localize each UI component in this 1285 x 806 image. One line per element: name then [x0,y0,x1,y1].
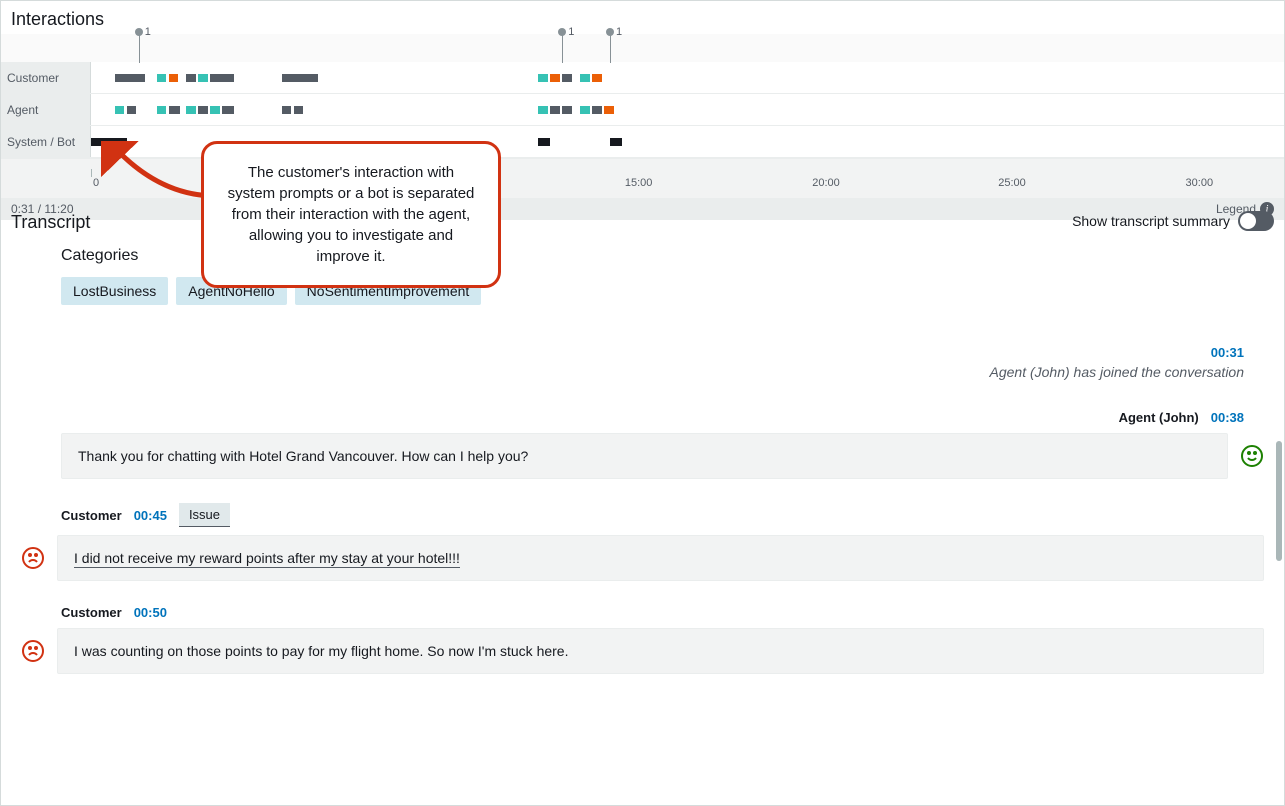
smile-icon [1240,444,1264,468]
summary-toggle[interactable] [1238,211,1274,231]
segment [592,106,602,114]
interactions-title: Interactions [1,1,1284,34]
speaker-label: Customer [61,605,122,620]
segment [550,106,560,114]
segment [538,138,550,146]
row-label-agent: Agent [1,94,91,125]
marker-dot [606,28,614,36]
segment [198,74,208,82]
speaker-label: Customer [61,508,122,523]
frown-icon [21,639,45,663]
tick-label: 25:00 [998,177,1026,189]
msg-header-customer: Customer 00:50 [61,605,1264,620]
row-label-customer: Customer [1,62,91,93]
segment [282,106,292,114]
segment [186,106,196,114]
msg-header-agent: Agent (John) 00:38 [61,410,1264,425]
segment [157,74,167,82]
callout-text: The customer's interaction with system p… [228,164,475,265]
marker-label: 1 [568,26,574,38]
marker-dot [558,28,566,36]
segment [604,106,614,114]
segment [91,138,127,146]
segment [127,106,137,114]
segment [610,138,622,146]
tick-label: 0 [93,177,99,189]
transcript-body: 00:31 Agent (John) has joined the conver… [11,345,1274,674]
msg-block-agent: Thank you for chatting with Hotel Grand … [61,433,1264,479]
segment [580,74,590,82]
msg-block-customer: I did not receive my reward points after… [61,535,1264,581]
callout-box: The customer's interaction with system p… [201,141,501,288]
speaker-label: Agent (John) [1119,410,1199,425]
tick-label: 30:00 [1186,177,1214,189]
event-join: 00:31 Agent (John) has joined the conver… [61,345,1264,380]
segment [562,74,572,82]
time-axis: 0 15:00 20:00 25:00 30:00 [1,158,1284,198]
segment [538,74,548,82]
row-label-system: System / Bot [1,126,91,157]
row-track-customer[interactable] [91,62,1284,93]
scrollbar[interactable] [1276,441,1282,561]
msg-bubble: Thank you for chatting with Hotel Grand … [61,433,1228,479]
event-time: 00:31 [61,345,1244,360]
tick-label: 20:00 [812,177,840,189]
issue-tag[interactable]: Issue [179,503,230,527]
segment [198,106,208,114]
marker-line [610,34,611,63]
timeline-row-system: System / Bot [1,126,1284,158]
msg-time: 00:38 [1211,410,1244,425]
marker-dot [135,28,143,36]
toggle-label: Show transcript summary [1072,213,1230,229]
toggle-wrap: Show transcript summary [1072,211,1274,231]
segment [580,106,590,114]
interactions-panel: Interactions 1 1 1 Customer [1,1,1284,194]
msg-time: 00:45 [134,508,167,523]
marker-line [139,34,140,63]
segment [550,74,560,82]
frown-icon [21,546,45,570]
segment [169,106,181,114]
segment [222,106,234,114]
transcript-section: Transcript Show transcript summary Categ… [1,194,1284,674]
segment [282,74,318,82]
row-track-agent[interactable] [91,94,1284,125]
tick [91,169,92,177]
event-text: Agent (John) has joined the conversation [61,364,1244,380]
segment [115,106,125,114]
segment [562,106,572,114]
tick-label: 15:00 [625,177,653,189]
msg-time: 00:50 [134,605,167,620]
segment [169,74,179,82]
transcript-title: Transcript [11,204,100,237]
marker-line [562,34,563,63]
segment [538,106,548,114]
msg-bubble: I was counting on those points to pay fo… [57,628,1264,674]
segment [592,74,602,82]
timeline-row-customer: Customer [1,62,1284,94]
app-frame: Interactions 1 1 1 Customer [0,0,1285,806]
msg-bubble: I did not receive my reward points after… [57,535,1264,581]
segment [210,106,220,114]
msg-block-customer: I was counting on those points to pay fo… [61,628,1264,674]
segment [115,74,145,82]
markers-layer: 1 1 1 [91,62,1284,63]
segment [186,74,196,82]
segment [294,106,304,114]
marker-label: 1 [616,26,622,38]
msg-header-customer: Customer 00:45 Issue [61,503,1264,527]
segment [157,106,167,114]
msg-text-underlined: I did not receive my reward points after… [74,550,460,568]
segment [210,74,234,82]
marker-label: 1 [145,26,151,38]
category-chip-lostbusiness[interactable]: LostBusiness [61,277,168,305]
timeline[interactable]: 1 1 1 Customer [1,34,1284,194]
timeline-row-agent: Agent [1,94,1284,126]
timeline-rows: Customer [1,34,1284,158]
